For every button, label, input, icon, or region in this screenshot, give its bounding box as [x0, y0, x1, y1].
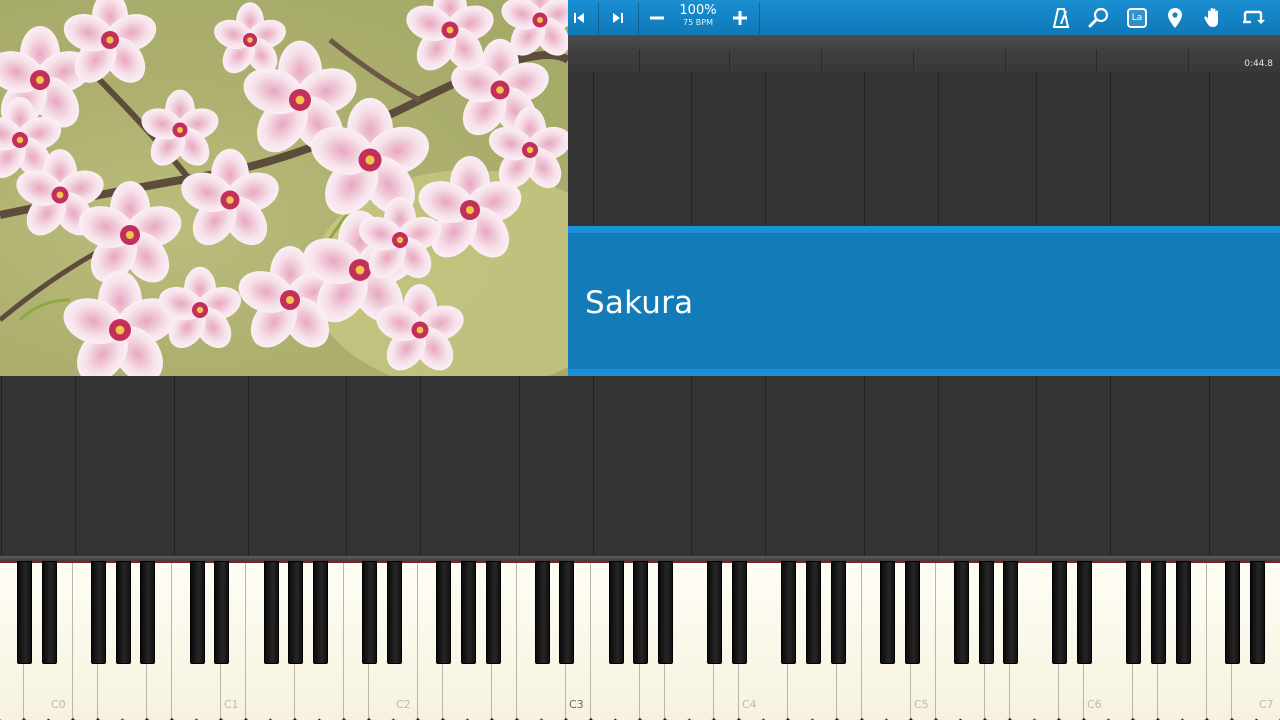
octave-label: C7	[1259, 698, 1274, 711]
fourth-gridline	[75, 376, 76, 556]
black-key[interactable]	[1225, 561, 1240, 664]
hand-icon	[1204, 8, 1218, 27]
minus-icon	[650, 16, 664, 20]
fourth-gridline	[248, 376, 249, 556]
metronome-button[interactable]	[1048, 0, 1074, 36]
skip-forward-button[interactable]	[606, 0, 630, 36]
black-key[interactable]	[362, 561, 377, 664]
black-key[interactable]	[880, 561, 895, 664]
black-key[interactable]	[1176, 561, 1191, 664]
black-key[interactable]	[1052, 561, 1067, 664]
octave-label: C1	[224, 698, 239, 711]
black-key[interactable]	[214, 561, 229, 664]
black-key[interactable]	[288, 561, 303, 664]
label-icon: La	[1127, 8, 1147, 28]
black-key[interactable]	[486, 561, 501, 664]
black-key[interactable]	[140, 561, 155, 664]
octave-gridline	[174, 376, 175, 556]
octave-label: C6	[1087, 698, 1102, 711]
black-key[interactable]	[313, 561, 328, 664]
hand-mode-button[interactable]	[1200, 0, 1226, 36]
magnifier-icon	[1088, 7, 1109, 28]
black-key[interactable]	[1077, 561, 1092, 664]
fourth-gridline	[420, 376, 421, 556]
black-key[interactable]	[535, 561, 550, 664]
black-key[interactable]	[1250, 561, 1265, 664]
black-key[interactable]	[658, 561, 673, 664]
elapsed-time: 0:44.8	[1244, 59, 1273, 69]
octave-label: C0	[51, 698, 66, 711]
black-key[interactable]	[436, 561, 451, 664]
black-key[interactable]	[42, 561, 57, 664]
skip-forward-icon	[613, 13, 623, 23]
song-title-banner: Sakura	[568, 226, 1280, 376]
octave-label: C4	[742, 698, 757, 711]
label-icon-text: La	[1131, 13, 1143, 23]
tempo-increase-button[interactable]	[729, 0, 751, 36]
black-key[interactable]	[461, 561, 476, 664]
black-key[interactable]	[806, 561, 821, 664]
black-key[interactable]	[831, 561, 846, 664]
player-toolbar: 100% 75 BPM La	[568, 0, 1280, 36]
octave-label: C5	[914, 698, 929, 711]
plus-icon	[733, 11, 747, 25]
black-key[interactable]	[264, 561, 279, 664]
black-key[interactable]	[781, 561, 796, 664]
skip-back-icon	[574, 13, 584, 23]
tempo-display: 100% 75 BPM	[674, 4, 722, 27]
labels-button[interactable]: La	[1124, 0, 1150, 36]
black-key[interactable]	[954, 561, 969, 664]
black-key[interactable]	[732, 561, 747, 664]
black-key[interactable]	[91, 561, 106, 664]
black-key[interactable]	[116, 561, 131, 664]
tempo-bpm: 75 BPM	[683, 18, 713, 27]
black-key[interactable]	[559, 561, 574, 664]
skip-back-button[interactable]	[568, 0, 590, 36]
loop-icon	[1243, 10, 1265, 24]
tempo-decrease-button[interactable]	[646, 0, 668, 36]
octave-gridline	[346, 376, 347, 556]
octave-gridline	[519, 376, 520, 556]
black-key[interactable]	[190, 561, 205, 664]
black-key[interactable]	[905, 561, 920, 664]
black-key[interactable]	[1126, 561, 1141, 664]
black-key[interactable]	[17, 561, 32, 664]
marker-button[interactable]	[1162, 0, 1188, 36]
black-key[interactable]	[707, 561, 722, 664]
location-pin-icon	[1168, 8, 1182, 28]
octave-gridline	[1, 376, 2, 556]
loop-button[interactable]	[1238, 0, 1268, 36]
black-key[interactable]	[1151, 561, 1166, 664]
song-title: Sakura	[585, 285, 694, 321]
black-key[interactable]	[1003, 561, 1018, 664]
song-timeline[interactable]: 0:44.8	[568, 36, 1280, 72]
black-key[interactable]	[979, 561, 994, 664]
zoom-button[interactable]	[1086, 0, 1112, 36]
octave-label: C3	[569, 698, 584, 711]
octave-label: C2	[396, 698, 411, 711]
black-key[interactable]	[633, 561, 648, 664]
black-key[interactable]	[387, 561, 402, 664]
tempo-percent: 100%	[679, 3, 717, 18]
black-key[interactable]	[609, 561, 624, 664]
metronome-icon	[1052, 8, 1070, 28]
